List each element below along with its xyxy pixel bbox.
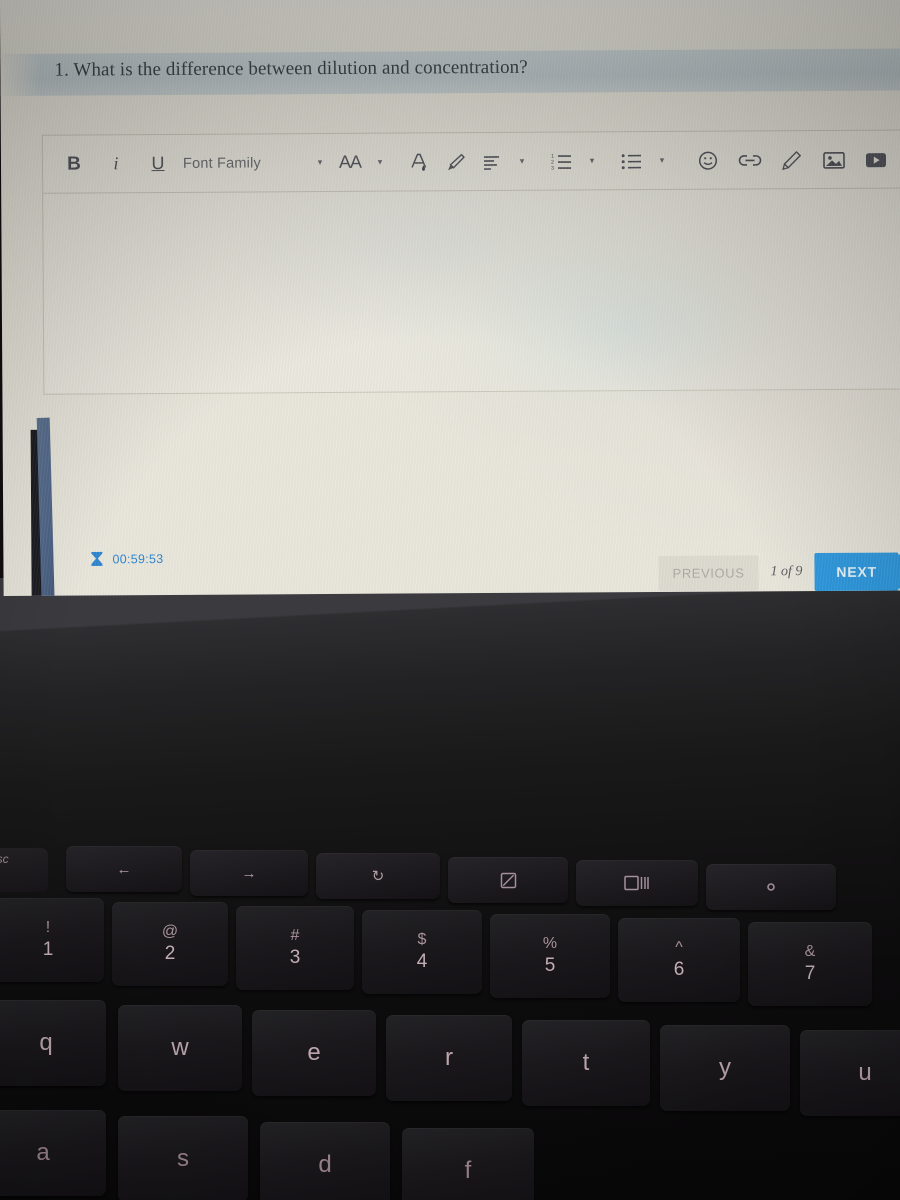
key-w[interactable]: w bbox=[118, 1005, 242, 1091]
laptop-keyboard: esc ← → ↻ ! 1 @ 2 # 3 $ 4 bbox=[0, 600, 900, 1200]
text-color-icon[interactable] bbox=[407, 145, 433, 179]
key-5[interactable]: % 5 bbox=[490, 914, 610, 998]
bullet-list-chevron-down-icon[interactable]: ▾ bbox=[649, 143, 675, 177]
emoji-icon[interactable] bbox=[695, 143, 721, 177]
key-6-upper: ^ bbox=[675, 939, 683, 956]
key-7-lower: 7 bbox=[804, 963, 816, 984]
font-family-chevron-down-icon[interactable]: ▾ bbox=[307, 145, 333, 179]
previous-button[interactable]: PREVIOUS bbox=[658, 554, 759, 591]
timer: 00:59:53 bbox=[89, 550, 164, 567]
laptop-photo: 1. 1. What is the difference between dil… bbox=[0, 0, 900, 1200]
question-navigation: PREVIOUS 1 of 9 NEXT bbox=[658, 552, 900, 592]
key-q[interactable]: q bbox=[0, 1000, 106, 1086]
underline-icon[interactable]: U bbox=[145, 146, 171, 180]
key-e[interactable]: e bbox=[252, 1010, 376, 1096]
reload-key[interactable]: ↻ bbox=[316, 853, 440, 899]
link-icon[interactable] bbox=[737, 143, 763, 177]
key-2-lower: 2 bbox=[164, 943, 176, 964]
page-indicator: 1 of 9 bbox=[770, 564, 803, 580]
key-1-lower: 1 bbox=[42, 939, 54, 960]
key-4[interactable]: $ 4 bbox=[362, 910, 482, 994]
key-6-lower: 6 bbox=[673, 959, 685, 980]
numbered-list-chevron-down-icon[interactable]: ▾ bbox=[579, 144, 605, 178]
image-icon[interactable] bbox=[821, 142, 847, 176]
font-size-icon[interactable]: AA bbox=[337, 145, 363, 179]
svg-text:3: 3 bbox=[551, 165, 554, 171]
highlighter-icon[interactable] bbox=[443, 145, 469, 179]
font-family-dropdown[interactable]: Font Family bbox=[183, 146, 303, 181]
numbered-list-icon[interactable]: 1 2 3 bbox=[549, 144, 575, 178]
brightness-down-key[interactable] bbox=[706, 864, 836, 910]
key-3-lower: 3 bbox=[289, 947, 301, 968]
forward-key[interactable]: → bbox=[190, 850, 308, 896]
key-1[interactable]: ! 1 bbox=[0, 898, 104, 982]
align-icon[interactable] bbox=[479, 144, 505, 178]
next-button-overflow[interactable] bbox=[891, 554, 900, 589]
key-5-lower: 5 bbox=[544, 955, 556, 976]
key-t[interactable]: t bbox=[522, 1020, 650, 1106]
key-7-upper: & bbox=[804, 943, 816, 960]
laptop-screen: 1. 1. What is the difference between dil… bbox=[0, 0, 900, 596]
rich-text-toolbar: B i U Font Family ▾ AA ▾ ▾ 1 2 3 ▾ ▾ bbox=[42, 130, 900, 194]
key-2[interactable]: @ 2 bbox=[112, 902, 228, 986]
key-d[interactable]: d bbox=[260, 1122, 390, 1200]
key-6[interactable]: ^ 6 bbox=[618, 918, 740, 1002]
key-r[interactable]: r bbox=[386, 1015, 512, 1101]
key-7[interactable]: & 7 bbox=[748, 922, 872, 1006]
answer-editor-card: B i U Font Family ▾ AA ▾ ▾ 1 2 3 ▾ ▾ bbox=[41, 129, 900, 395]
overview-key[interactable] bbox=[576, 860, 698, 906]
key-f[interactable]: f bbox=[402, 1128, 534, 1200]
key-y[interactable]: y bbox=[660, 1025, 790, 1111]
esc-key[interactable]: esc bbox=[0, 848, 48, 892]
answer-input[interactable] bbox=[43, 188, 900, 393]
key-4-lower: 4 bbox=[416, 951, 428, 972]
key-u[interactable]: u bbox=[800, 1030, 900, 1116]
draw-icon[interactable] bbox=[779, 143, 805, 177]
italic-icon[interactable]: i bbox=[103, 147, 129, 181]
key-s[interactable]: s bbox=[118, 1116, 248, 1200]
key-a[interactable]: a bbox=[0, 1110, 106, 1196]
timer-value: 00:59:53 bbox=[112, 551, 164, 566]
bold-icon[interactable]: B bbox=[61, 147, 87, 181]
question-text: 1. What is the difference between diluti… bbox=[54, 56, 528, 81]
align-chevron-down-icon[interactable]: ▾ bbox=[509, 144, 535, 178]
next-button[interactable]: NEXT bbox=[814, 552, 900, 592]
key-2-upper: @ bbox=[161, 923, 179, 940]
key-5-upper: % bbox=[542, 935, 558, 952]
font-size-chevron-down-icon[interactable]: ▾ bbox=[367, 145, 393, 179]
hourglass-icon bbox=[89, 550, 104, 567]
key-4-upper: $ bbox=[417, 931, 427, 948]
key-3[interactable]: # 3 bbox=[236, 906, 354, 990]
video-icon[interactable] bbox=[863, 142, 889, 176]
fullscreen-key[interactable] bbox=[448, 857, 568, 903]
back-key[interactable]: ← bbox=[66, 846, 182, 892]
key-1-upper: ! bbox=[45, 919, 51, 936]
key-3-upper: # bbox=[290, 927, 300, 944]
question-band-left-fade bbox=[0, 53, 41, 96]
bullet-list-icon[interactable] bbox=[619, 144, 645, 178]
